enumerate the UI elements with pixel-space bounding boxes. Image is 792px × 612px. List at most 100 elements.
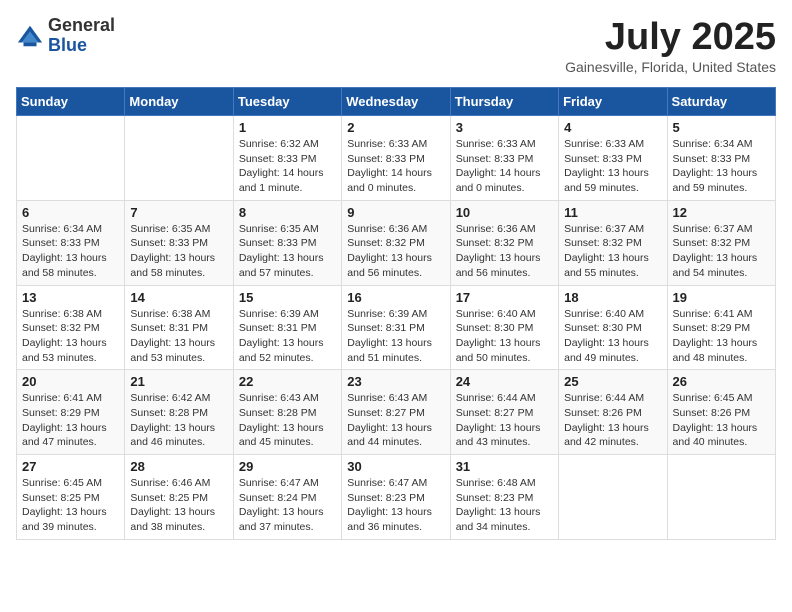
day-number: 16 [347, 290, 444, 305]
logo-blue-text: Blue [48, 36, 115, 56]
calendar-cell: 11 Sunrise: 6:37 AM Sunset: 8:32 PM Dayli… [559, 200, 667, 285]
day-info: Sunrise: 6:33 AM Sunset: 8:33 PM Dayligh… [564, 137, 661, 196]
day-info: Sunrise: 6:43 AM Sunset: 8:28 PM Dayligh… [239, 391, 336, 450]
day-number: 31 [456, 459, 553, 474]
day-info: Sunrise: 6:32 AM Sunset: 8:33 PM Dayligh… [239, 137, 336, 196]
day-info: Sunrise: 6:37 AM Sunset: 8:32 PM Dayligh… [564, 222, 661, 281]
calendar-cell: 23Sunrise: 6:43 AM Sunset: 8:27 PM Dayli… [342, 370, 450, 455]
calendar-cell: 8 Sunrise: 6:35 AM Sunset: 8:33 PM Daylig… [233, 200, 341, 285]
day-number: 15 [239, 290, 336, 305]
day-info: Sunrise: 6:39 AM Sunset: 8:31 PM Dayligh… [239, 307, 336, 366]
calendar-cell [667, 455, 775, 540]
day-info: Sunrise: 6:40 AM Sunset: 8:30 PM Dayligh… [456, 307, 553, 366]
day-info: Sunrise: 6:37 AM Sunset: 8:32 PM Dayligh… [673, 222, 770, 281]
day-info: Sunrise: 6:34 AM Sunset: 8:33 PM Dayligh… [673, 137, 770, 196]
day-number: 27 [22, 459, 119, 474]
logo-text: General Blue [48, 16, 115, 56]
day-info: Sunrise: 6:35 AM Sunset: 8:33 PM Dayligh… [239, 222, 336, 281]
calendar-cell [17, 116, 125, 201]
day-info: Sunrise: 6:41 AM Sunset: 8:29 PM Dayligh… [22, 391, 119, 450]
day-info: Sunrise: 6:34 AM Sunset: 8:33 PM Dayligh… [22, 222, 119, 281]
calendar-cell [125, 116, 233, 201]
day-number: 7 [130, 205, 227, 220]
logo: General Blue [16, 16, 115, 56]
calendar-cell: 9Sunrise: 6:36 AM Sunset: 8:32 PM Daylig… [342, 200, 450, 285]
day-number: 3 [456, 120, 553, 135]
calendar-cell: 22 Sunrise: 6:43 AM Sunset: 8:28 PM Dayli… [233, 370, 341, 455]
calendar-cell: 2Sunrise: 6:33 AM Sunset: 8:33 PM Daylig… [342, 116, 450, 201]
calendar-week-1: 1 Sunrise: 6:32 AM Sunset: 8:33 PM Daylig… [17, 116, 776, 201]
logo-icon [16, 22, 44, 50]
day-number: 18 [564, 290, 661, 305]
day-info: Sunrise: 6:38 AM Sunset: 8:31 PM Dayligh… [130, 307, 227, 366]
weekday-header-tuesday: Tuesday [233, 88, 341, 116]
day-info: Sunrise: 6:47 AM Sunset: 8:23 PM Dayligh… [347, 476, 444, 535]
month-title: July 2025 [565, 16, 776, 59]
weekday-header-friday: Friday [559, 88, 667, 116]
calendar-cell: 6 Sunrise: 6:34 AM Sunset: 8:33 PM Daylig… [17, 200, 125, 285]
logo-general-text: General [48, 16, 115, 36]
day-number: 23 [347, 374, 444, 389]
day-info: Sunrise: 6:48 AM Sunset: 8:23 PM Dayligh… [456, 476, 553, 535]
weekday-header-saturday: Saturday [667, 88, 775, 116]
calendar-cell: 29Sunrise: 6:47 AM Sunset: 8:24 PM Dayli… [233, 455, 341, 540]
calendar-cell: 3Sunrise: 6:33 AM Sunset: 8:33 PM Daylig… [450, 116, 558, 201]
calendar-cell: 17 Sunrise: 6:40 AM Sunset: 8:30 PM Dayli… [450, 285, 558, 370]
calendar-cell: 26 Sunrise: 6:45 AM Sunset: 8:26 PM Dayli… [667, 370, 775, 455]
day-number: 6 [22, 205, 119, 220]
calendar-week-5: 27 Sunrise: 6:45 AM Sunset: 8:25 PM Dayli… [17, 455, 776, 540]
page-header: General Blue July 2025 Gainesville, Flor… [16, 16, 776, 75]
calendar-cell: 30Sunrise: 6:47 AM Sunset: 8:23 PM Dayli… [342, 455, 450, 540]
calendar-cell: 15 Sunrise: 6:39 AM Sunset: 8:31 PM Dayli… [233, 285, 341, 370]
calendar-cell: 5 Sunrise: 6:34 AM Sunset: 8:33 PM Daylig… [667, 116, 775, 201]
calendar-cell: 12Sunrise: 6:37 AM Sunset: 8:32 PM Dayli… [667, 200, 775, 285]
calendar-cell: 19 Sunrise: 6:41 AM Sunset: 8:29 PM Dayli… [667, 285, 775, 370]
day-info: Sunrise: 6:45 AM Sunset: 8:26 PM Dayligh… [673, 391, 770, 450]
day-number: 22 [239, 374, 336, 389]
calendar-cell: 18Sunrise: 6:40 AM Sunset: 8:30 PM Dayli… [559, 285, 667, 370]
day-info: Sunrise: 6:45 AM Sunset: 8:25 PM Dayligh… [22, 476, 119, 535]
day-number: 19 [673, 290, 770, 305]
day-number: 26 [673, 374, 770, 389]
title-block: July 2025 Gainesville, Florida, United S… [565, 16, 776, 75]
calendar-table: SundayMondayTuesdayWednesdayThursdayFrid… [16, 87, 776, 540]
day-info: Sunrise: 6:38 AM Sunset: 8:32 PM Dayligh… [22, 307, 119, 366]
calendar-cell: 4Sunrise: 6:33 AM Sunset: 8:33 PM Daylig… [559, 116, 667, 201]
calendar-cell: 16 Sunrise: 6:39 AM Sunset: 8:31 PM Dayli… [342, 285, 450, 370]
calendar-cell [559, 455, 667, 540]
weekday-header-monday: Monday [125, 88, 233, 116]
day-number: 21 [130, 374, 227, 389]
day-number: 25 [564, 374, 661, 389]
day-info: Sunrise: 6:44 AM Sunset: 8:27 PM Dayligh… [456, 391, 553, 450]
day-number: 1 [239, 120, 336, 135]
location: Gainesville, Florida, United States [565, 59, 776, 75]
day-number: 5 [673, 120, 770, 135]
weekday-header-sunday: Sunday [17, 88, 125, 116]
calendar-cell: 13 Sunrise: 6:38 AM Sunset: 8:32 PM Dayli… [17, 285, 125, 370]
weekday-header-thursday: Thursday [450, 88, 558, 116]
day-number: 10 [456, 205, 553, 220]
day-number: 11 [564, 205, 661, 220]
day-number: 24 [456, 374, 553, 389]
day-info: Sunrise: 6:39 AM Sunset: 8:31 PM Dayligh… [347, 307, 444, 366]
weekday-header-wednesday: Wednesday [342, 88, 450, 116]
day-info: Sunrise: 6:41 AM Sunset: 8:29 PM Dayligh… [673, 307, 770, 366]
day-number: 13 [22, 290, 119, 305]
day-info: Sunrise: 6:44 AM Sunset: 8:26 PM Dayligh… [564, 391, 661, 450]
calendar-cell: 24 Sunrise: 6:44 AM Sunset: 8:27 PM Dayli… [450, 370, 558, 455]
calendar-cell: 31 Sunrise: 6:48 AM Sunset: 8:23 PM Dayli… [450, 455, 558, 540]
day-info: Sunrise: 6:46 AM Sunset: 8:25 PM Dayligh… [130, 476, 227, 535]
day-number: 2 [347, 120, 444, 135]
calendar-cell: 14Sunrise: 6:38 AM Sunset: 8:31 PM Dayli… [125, 285, 233, 370]
calendar-week-2: 6 Sunrise: 6:34 AM Sunset: 8:33 PM Daylig… [17, 200, 776, 285]
weekday-header-row: SundayMondayTuesdayWednesdayThursdayFrid… [17, 88, 776, 116]
calendar-cell: 21Sunrise: 6:42 AM Sunset: 8:28 PM Dayli… [125, 370, 233, 455]
day-number: 8 [239, 205, 336, 220]
calendar-week-3: 13 Sunrise: 6:38 AM Sunset: 8:32 PM Dayli… [17, 285, 776, 370]
day-number: 17 [456, 290, 553, 305]
day-info: Sunrise: 6:35 AM Sunset: 8:33 PM Dayligh… [130, 222, 227, 281]
calendar-cell: 27 Sunrise: 6:45 AM Sunset: 8:25 PM Dayli… [17, 455, 125, 540]
day-info: Sunrise: 6:36 AM Sunset: 8:32 PM Dayligh… [456, 222, 553, 281]
calendar-week-4: 20Sunrise: 6:41 AM Sunset: 8:29 PM Dayli… [17, 370, 776, 455]
day-number: 29 [239, 459, 336, 474]
